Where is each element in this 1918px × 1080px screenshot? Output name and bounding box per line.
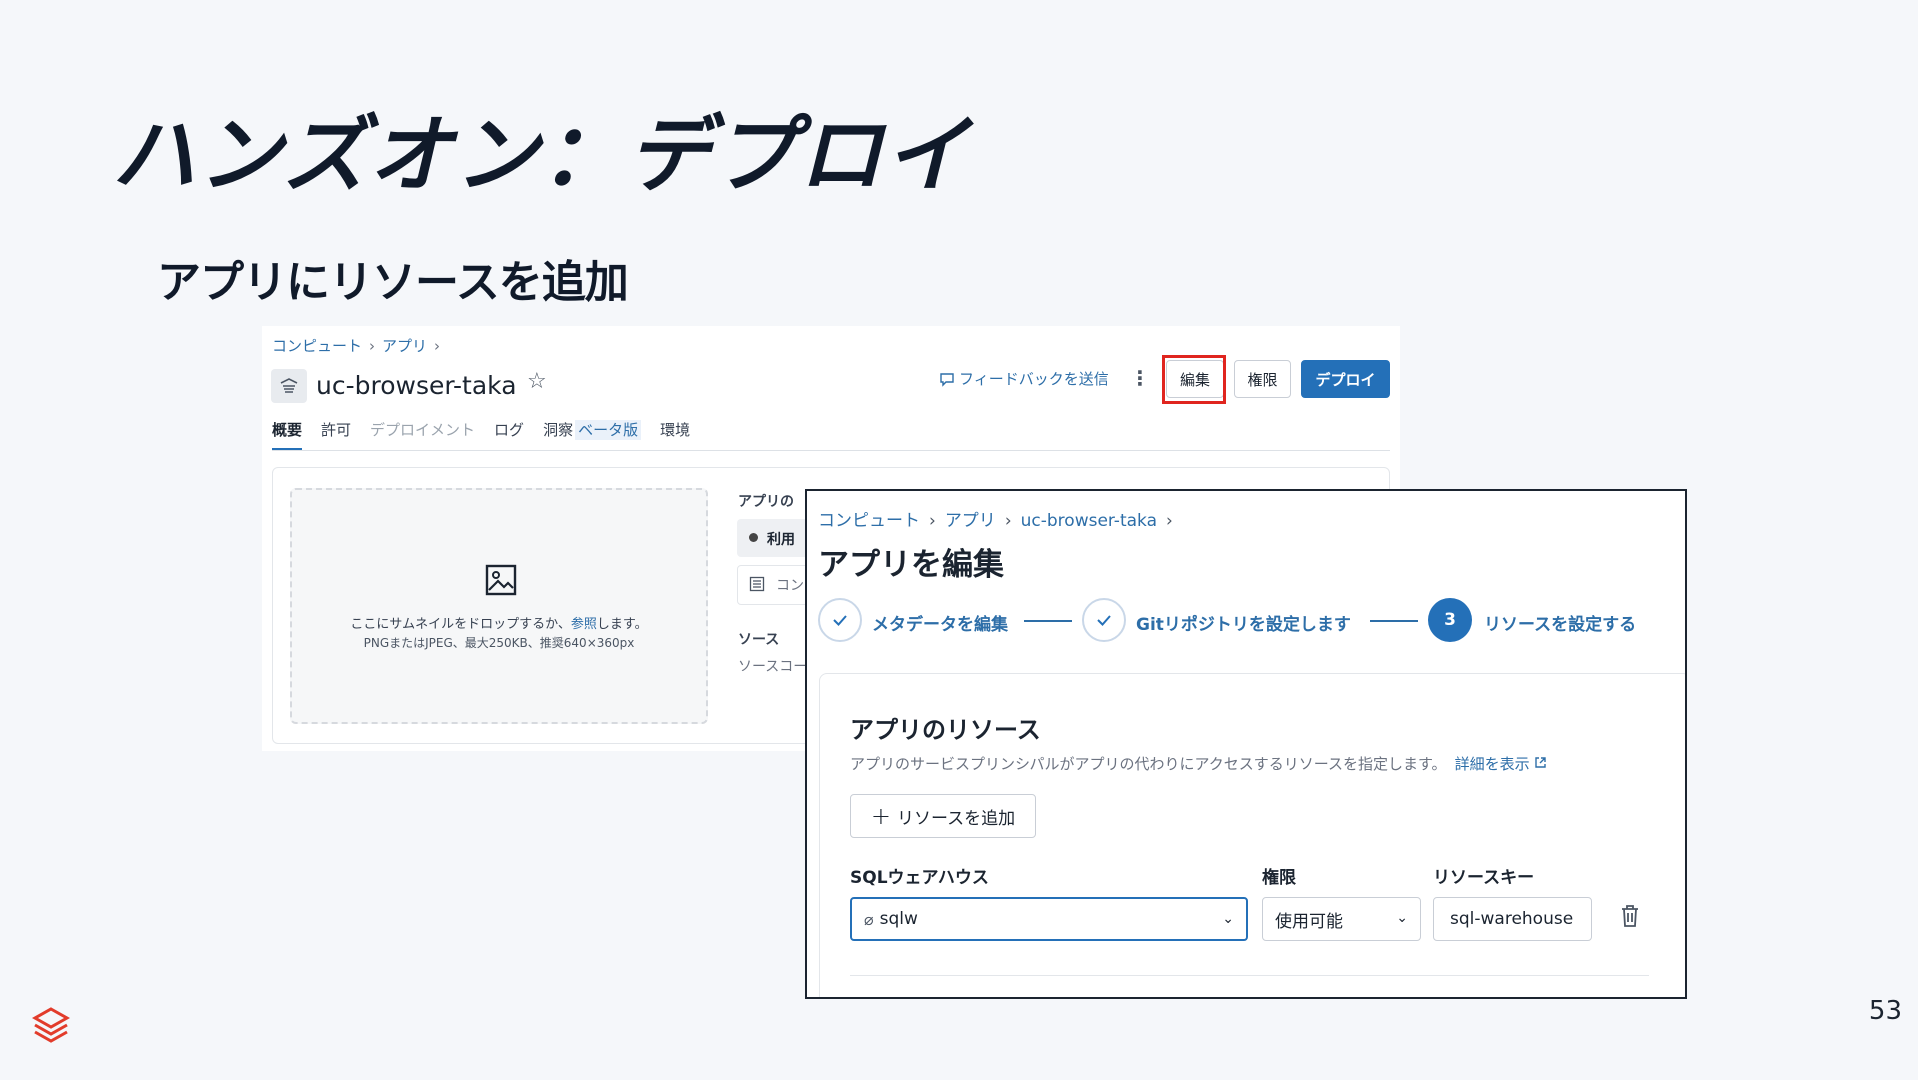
step-2-label[interactable]: Gitリポジトリを設定します bbox=[1136, 610, 1351, 635]
chevron-right-icon: › bbox=[1004, 511, 1012, 531]
breadcrumb: コンピュート › アプリ › uc-browser-taka › bbox=[818, 506, 1182, 531]
breadcrumb-compute[interactable]: コンピュート bbox=[818, 511, 920, 531]
details-link[interactable]: 詳細を表示 bbox=[1455, 755, 1548, 773]
app-info-label: アプリの bbox=[738, 494, 794, 510]
feedback-link[interactable]: フィードバックを送信 bbox=[939, 368, 1109, 389]
col-label-resource: SQLウェアハウス bbox=[850, 868, 989, 888]
permission-select[interactable]: 使用可能 ⌄ bbox=[1262, 897, 1421, 941]
beta-badge: ベータ版 bbox=[575, 420, 642, 440]
browse-link[interactable]: 参照 bbox=[571, 617, 597, 632]
col-label-key: リソースキー bbox=[1433, 868, 1535, 888]
resources-description-text: アプリのサービスプリンシパルがアプリの代わりにアクセスするリソースを指定します。 bbox=[850, 755, 1447, 773]
edit-app-screenshot: コンピュート › アプリ › uc-browser-taka › アプリを編集 メタデータ… bbox=[805, 489, 1687, 999]
tab-overview[interactable]: 概要 bbox=[272, 419, 303, 451]
permissions-button[interactable]: 権限 bbox=[1234, 360, 1291, 398]
databricks-logo-icon bbox=[31, 1006, 71, 1050]
dropzone-text: ここにサムネイルをドロップするか、参照します。 bbox=[292, 613, 706, 632]
dropzone-hint: PNGまたはJPEG、最大250KB、推奨640×360px bbox=[363, 636, 635, 650]
image-icon bbox=[485, 564, 517, 600]
breadcrumb-app[interactable]: uc-browser-taka bbox=[1021, 511, 1157, 531]
feedback-label: フィードバックを送信 bbox=[959, 370, 1109, 388]
deploy-button[interactable]: デプロイ bbox=[1301, 360, 1390, 398]
sql-warehouse-select[interactable]: ⌀ sqlw ⌄ bbox=[850, 897, 1248, 941]
dropzone-text-b: します。 bbox=[596, 617, 648, 632]
resources-description: アプリのサービスプリンシパルがアプリの代わりにアクセスするリソースを指定します。… bbox=[850, 753, 1547, 774]
breadcrumb-apps[interactable]: アプリ bbox=[945, 511, 996, 531]
status-dot-icon bbox=[749, 533, 758, 542]
permission-value: 使用可能 bbox=[1275, 911, 1343, 932]
slide-title: ハンズオン：デプロイ bbox=[112, 105, 971, 204]
thumbnail-dropzone[interactable]: ここにサムネイルをドロップするか、参照します。 PNGまたはJPEG、最大250… bbox=[290, 488, 708, 724]
chevron-right-icon: › bbox=[1166, 511, 1173, 531]
step-3-number[interactable]: 3 bbox=[1428, 598, 1472, 642]
star-icon[interactable]: ☆ bbox=[527, 369, 547, 394]
trash-icon[interactable] bbox=[1619, 904, 1641, 932]
chevron-right-icon: › bbox=[369, 337, 376, 355]
chat-bubble-icon bbox=[940, 372, 954, 387]
tab-insights[interactable]: 洞察 ベータ版 bbox=[543, 419, 642, 451]
chevron-right-icon: › bbox=[929, 511, 936, 531]
tab-bar: 概要 許可 デプロイメント ログ 洞察 ベータ版 環境 bbox=[272, 419, 690, 451]
step-3-label[interactable]: リソースを設定する bbox=[1484, 610, 1636, 635]
list-icon bbox=[749, 576, 765, 592]
page-number: 53 bbox=[1868, 996, 1902, 1026]
resource-key-value: sql-warehouse bbox=[1450, 909, 1574, 929]
more-vertical-icon[interactable]: ⋮ bbox=[1130, 366, 1150, 390]
plus-icon: + bbox=[870, 802, 891, 830]
step-1-label[interactable]: メタデータを編集 bbox=[872, 610, 1008, 635]
tab-permissions[interactable]: 許可 bbox=[321, 419, 351, 451]
tab-logs[interactable]: ログ bbox=[494, 419, 524, 451]
external-link-icon bbox=[1535, 757, 1547, 768]
tab-insights-label: 洞察 bbox=[543, 421, 574, 439]
chevron-down-icon: ⌄ bbox=[1396, 910, 1408, 926]
step-2-check-icon[interactable] bbox=[1082, 598, 1126, 642]
stepper: メタデータを編集 Gitリポジトリを設定します 3 リソースを設定する bbox=[818, 598, 1678, 644]
app-icon bbox=[271, 369, 307, 403]
col-label-permission: 権限 bbox=[1262, 868, 1296, 888]
step-1-check-icon[interactable] bbox=[818, 598, 862, 642]
breadcrumb-apps[interactable]: アプリ bbox=[382, 337, 427, 355]
resources-title: アプリのリソース bbox=[850, 716, 1041, 744]
dropzone-text-a: ここにサムネイルをドロップするか、 bbox=[350, 617, 571, 632]
source-label: ソース bbox=[738, 632, 780, 648]
status-text: 利用 bbox=[767, 532, 795, 548]
step-connector bbox=[1370, 620, 1418, 622]
sql-warehouse-value: sqlw bbox=[879, 909, 918, 929]
step-connector bbox=[1024, 620, 1072, 622]
breadcrumb-compute[interactable]: コンピュート bbox=[272, 337, 362, 355]
page-title: アプリを編集 bbox=[818, 547, 1004, 583]
breadcrumb: コンピュート › アプリ › bbox=[272, 335, 447, 356]
edit-highlight-box bbox=[1162, 355, 1226, 404]
tabs-divider bbox=[272, 450, 1390, 451]
source-text: ソースコー bbox=[738, 659, 808, 675]
tab-deployments[interactable]: デプロイメント bbox=[370, 419, 475, 451]
chevron-down-icon: ⌄ bbox=[1222, 911, 1234, 927]
compute-text: コン bbox=[776, 578, 804, 594]
unlink-icon: ⌀ bbox=[864, 909, 874, 929]
add-resource-button[interactable]: + リソースを追加 bbox=[850, 794, 1036, 838]
slide-subtitle: アプリにリソースを追加 bbox=[157, 257, 629, 308]
resource-key-input[interactable]: sql-warehouse bbox=[1433, 897, 1592, 941]
chevron-right-icon: › bbox=[434, 337, 441, 355]
app-name: uc-browser-taka bbox=[316, 371, 517, 400]
add-resource-label: リソースを追加 bbox=[896, 808, 1016, 829]
divider bbox=[850, 975, 1649, 976]
tab-environment[interactable]: 環境 bbox=[660, 419, 690, 451]
details-link-label: 詳細を表示 bbox=[1454, 755, 1530, 773]
